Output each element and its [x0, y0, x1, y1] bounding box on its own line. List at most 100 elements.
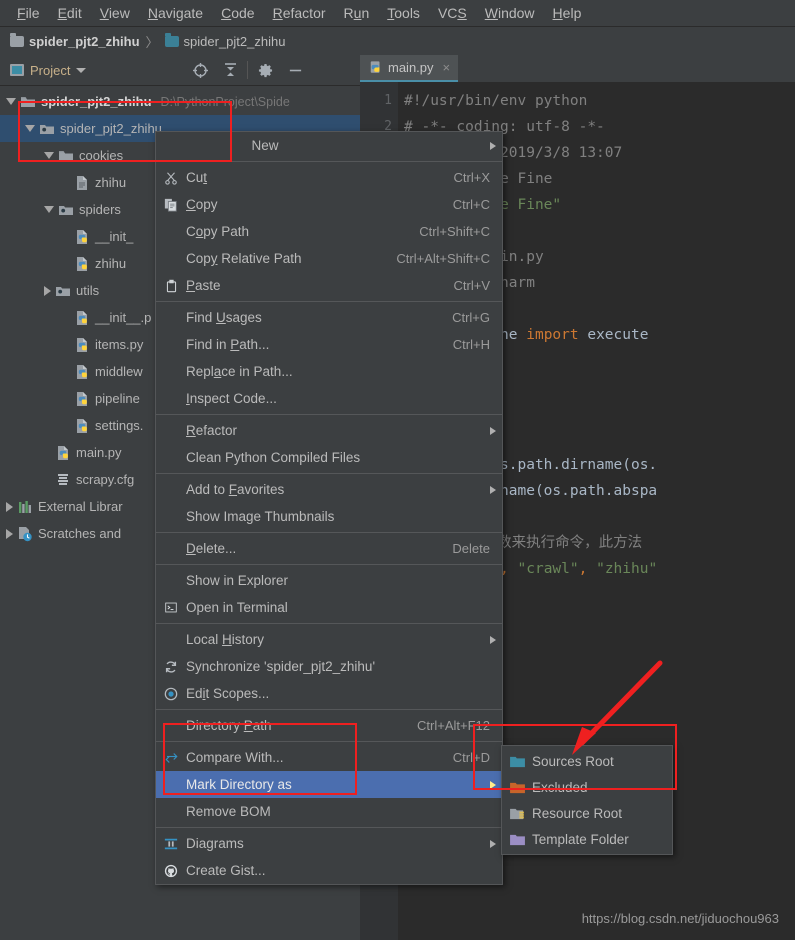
hide-icon[interactable]: [280, 57, 310, 83]
menu-code[interactable]: Code: [212, 3, 263, 23]
menu-item-show-in-explorer[interactable]: Show in Explorer: [156, 567, 502, 594]
breadcrumb-label: spider_pjt2_zhihu: [183, 33, 286, 49]
submenu-item-excluded[interactable]: Excluded: [502, 774, 672, 800]
menu-item-cut[interactable]: Cut Ctrl+X: [156, 164, 502, 191]
chevron-right-icon[interactable]: [6, 528, 13, 539]
chevron-down-icon[interactable]: [25, 125, 35, 132]
menu-item-edit-scopes[interactable]: Edit Scopes...: [156, 680, 502, 707]
mark-directory-submenu[interactable]: Sources Root Excluded Resource Root Templat…: [501, 745, 673, 855]
collapse-all-icon[interactable]: [215, 57, 245, 83]
menu-item-copy[interactable]: Copy Ctrl+C: [156, 191, 502, 218]
menu-tools[interactable]: Tools: [378, 3, 429, 23]
menu-item-open-in-terminal[interactable]: Open in Terminal: [156, 594, 502, 621]
locate-icon[interactable]: [185, 57, 215, 83]
menu-item-shortcut: Ctrl+V: [453, 278, 490, 293]
menu-item-find-in-path[interactable]: Find in Path... Ctrl+H: [156, 331, 502, 358]
tree-node-label: utils: [76, 283, 100, 298]
context-menu[interactable]: New Cut Ctrl+X Copy Ctrl+C Copy Path Ctrl+Shif…: [155, 131, 503, 885]
copy-icon: [160, 197, 182, 213]
menu-item-inspect-code[interactable]: Inspect Code...: [156, 385, 502, 412]
menu-item-synchronize-spider-pjt2-zhihu[interactable]: Synchronize 'spider_pjt2_zhihu': [156, 653, 502, 680]
tree-node-label: spiders: [79, 202, 121, 217]
menu-item-refactor[interactable]: Refactor: [156, 417, 502, 444]
menu-item-label: Synchronize 'spider_pjt2_zhihu': [186, 659, 376, 674]
menu-item-shortcut: Ctrl+C: [452, 197, 490, 212]
menu-icon-placeholder: [160, 310, 182, 326]
menu-item-paste[interactable]: Paste Ctrl+V: [156, 272, 502, 299]
tree-node-label: spider_pjt2_zhihu: [41, 94, 152, 109]
module-folder-icon: [58, 202, 74, 218]
menu-icon-placeholder: [160, 509, 182, 525]
menu-view[interactable]: View: [91, 3, 139, 23]
menu-icon-placeholder: [160, 718, 182, 734]
menu-item-copy-path[interactable]: Copy Path Ctrl+Shift+C: [156, 218, 502, 245]
menu-vcs[interactable]: VCS: [429, 3, 476, 23]
breadcrumb-separator: 〉: [145, 34, 159, 50]
menu-item-add-to-favorites[interactable]: Add to Favorites: [156, 476, 502, 503]
menu-item-new[interactable]: New: [156, 132, 502, 159]
menu-item-label: Compare With...: [186, 750, 284, 765]
chevron-right-icon[interactable]: [6, 501, 13, 512]
python-file-icon: [74, 364, 90, 380]
menu-separator: [156, 414, 502, 415]
chevron-right-icon: [490, 426, 496, 435]
menu-item-delete[interactable]: Delete... Delete: [156, 535, 502, 562]
scissors-icon: [160, 170, 182, 186]
settings-gear-icon[interactable]: [250, 57, 280, 83]
menu-item-label: Open in Terminal: [186, 600, 288, 615]
chevron-right-icon[interactable]: [44, 285, 51, 296]
menu-item-create-gist[interactable]: Create Gist...: [156, 857, 502, 884]
line-number: 1: [384, 93, 392, 108]
menu-item-mark-directory-as[interactable]: Mark Directory as: [156, 771, 502, 798]
submenu-item-label: Template Folder: [532, 831, 629, 847]
watermark-text: https://blog.csdn.net/jiduochou963: [581, 911, 779, 926]
scratches-icon: [17, 526, 33, 542]
tree-node-label: items.py: [95, 337, 144, 352]
menu-navigate[interactable]: Navigate: [139, 3, 212, 23]
menu-item-clean-python-compiled-files[interactable]: Clean Python Compiled Files: [156, 444, 502, 471]
tree-node-label: middlew: [95, 364, 143, 379]
module-folder-icon: [39, 121, 55, 137]
chevron-down-icon[interactable]: [44, 152, 54, 159]
submenu-item-resource-root[interactable]: Resource Root: [502, 800, 672, 826]
breadcrumb: spider_pjt2_zhihu 〉 spider_pjt2_zhihu: [0, 27, 795, 56]
menu-icon-placeholder: [160, 541, 182, 557]
menu-item-directory-path[interactable]: Directory Path Ctrl+Alt+F12: [156, 712, 502, 739]
folder-icon-orange: [506, 779, 528, 795]
menu-refactor[interactable]: Refactor: [264, 3, 335, 23]
menu-file[interactable]: File: [8, 3, 49, 23]
submenu-item-label: Excluded: [532, 779, 588, 795]
menu-item-label: Copy: [186, 197, 218, 212]
menu-item-diagrams[interactable]: Diagrams: [156, 830, 502, 857]
menu-item-find-usages[interactable]: Find Usages Ctrl+G: [156, 304, 502, 331]
menu-item-label: Replace in Path...: [186, 364, 293, 379]
submenu-item-label: Resource Root: [532, 805, 623, 821]
tree-node-spider-pjt2-zhihu[interactable]: spider_pjt2_zhihu D:\PythonProject\Spide: [0, 88, 360, 115]
menu-item-label: Inspect Code...: [186, 391, 277, 406]
menu-run[interactable]: Run: [335, 3, 379, 23]
menu-item-copy-relative-path[interactable]: Copy Relative Path Ctrl+Alt+Shift+C: [156, 245, 502, 272]
menu-window[interactable]: Window: [476, 3, 544, 23]
menu-item-compare-with[interactable]: Compare With... Ctrl+D: [156, 744, 502, 771]
menu-item-remove-bom[interactable]: Remove BOM: [156, 798, 502, 825]
breadcrumb-item-project[interactable]: spider_pjt2_zhihu: [10, 32, 140, 49]
menu-icon-placeholder: [160, 777, 182, 793]
menu-help[interactable]: Help: [544, 3, 591, 23]
menu-item-replace-in-path[interactable]: Replace in Path...: [156, 358, 502, 385]
project-title-dropdown[interactable]: Project: [0, 63, 185, 78]
menu-edit[interactable]: Edit: [49, 3, 91, 23]
menu-separator: [156, 741, 502, 742]
close-icon[interactable]: ×: [443, 60, 451, 75]
submenu-item-sources-root[interactable]: Sources Root: [502, 748, 672, 774]
submenu-item-template-folder[interactable]: Template Folder: [502, 826, 672, 852]
menu-item-shortcut: Ctrl+G: [452, 310, 490, 325]
menu-icon-placeholder: [160, 632, 182, 648]
chevron-down-icon[interactable]: [6, 98, 16, 105]
menu-item-show-image-thumbnails[interactable]: Show Image Thumbnails: [156, 503, 502, 530]
tab-main-py[interactable]: main.py ×: [360, 55, 459, 82]
python-file-icon: [55, 445, 71, 461]
project-toolbar: Project: [0, 55, 360, 86]
breadcrumb-item-module[interactable]: spider_pjt2_zhihu: [164, 32, 286, 49]
chevron-down-icon[interactable]: [44, 206, 54, 213]
menu-item-local-history[interactable]: Local History: [156, 626, 502, 653]
